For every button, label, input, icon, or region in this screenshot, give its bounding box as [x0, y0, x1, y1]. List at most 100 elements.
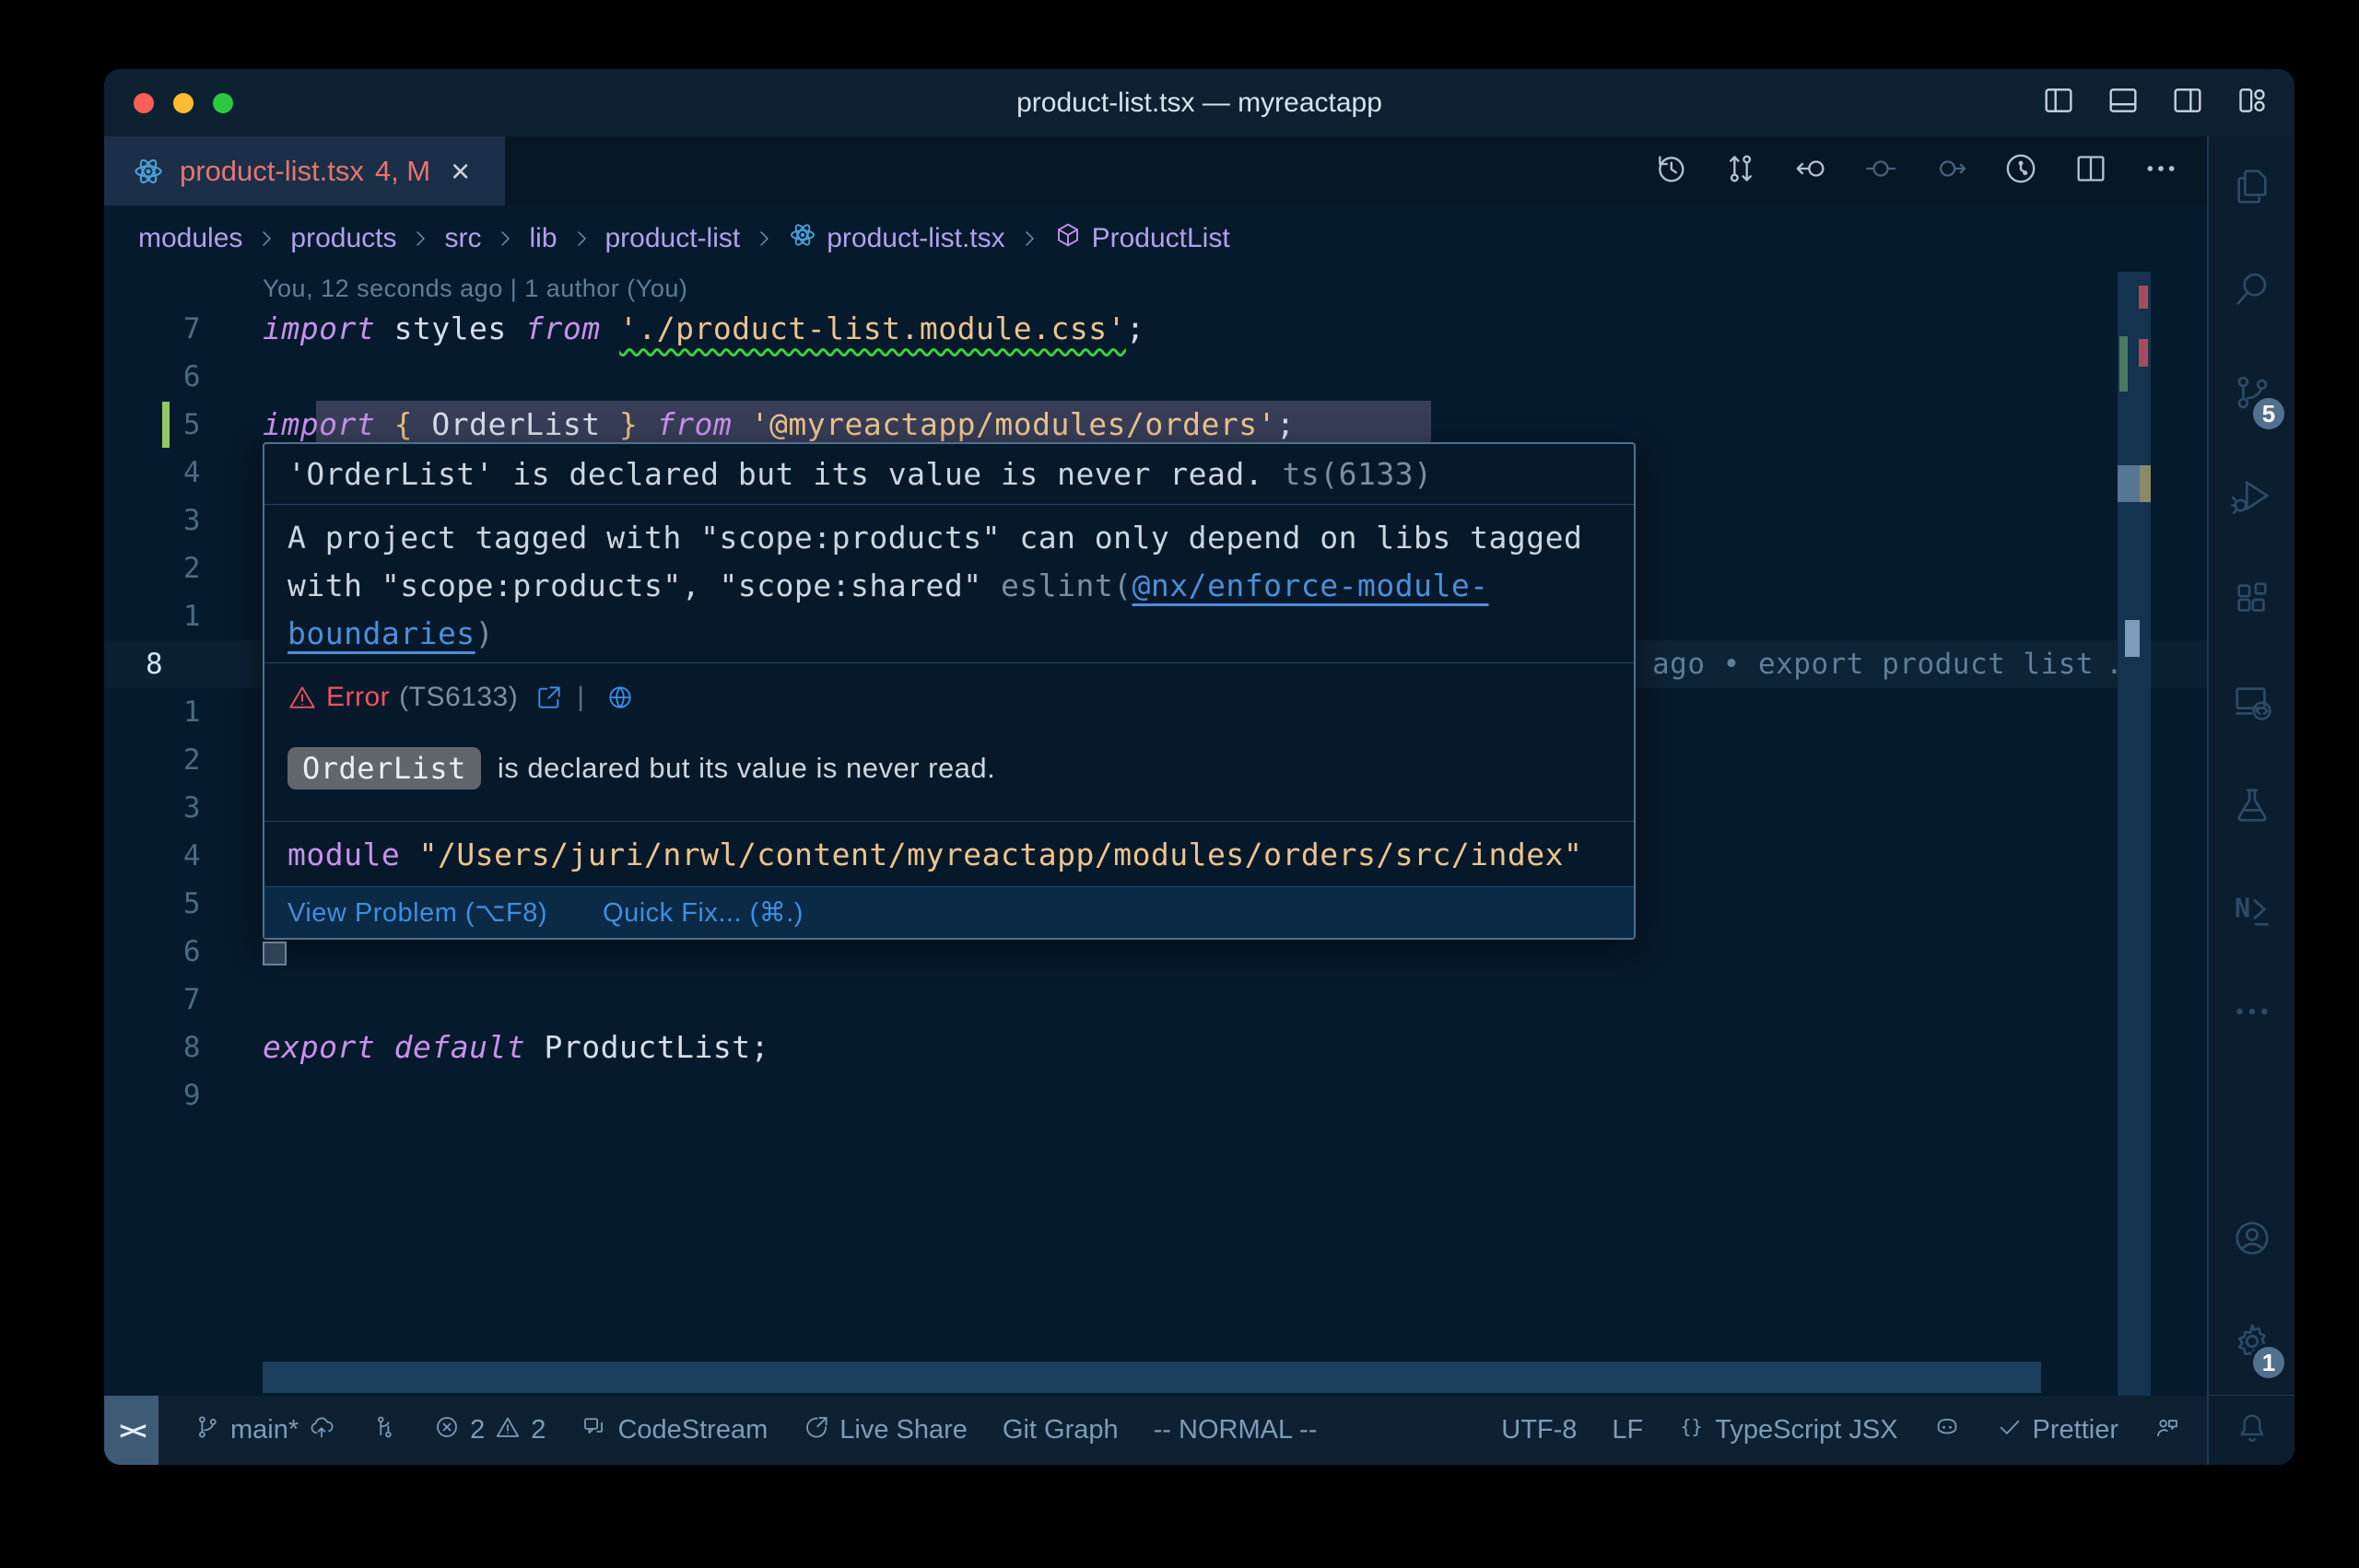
- status-encoding[interactable]: UTF-8: [1501, 1415, 1577, 1445]
- overview-ruler: [2118, 272, 2151, 1396]
- tab-product-list[interactable]: product-list.tsx 4, M ×: [104, 136, 505, 205]
- more-icon: [2231, 990, 2273, 1037]
- hover-resize-handle[interactable]: [263, 942, 287, 965]
- minimize-button[interactable]: [173, 93, 194, 113]
- warning-triangle-icon: [288, 688, 317, 719]
- code-row[interactable]: 7import styles from './product-list.modu…: [104, 305, 2207, 353]
- activity-files-icon[interactable]: [2208, 136, 2294, 240]
- breadcrumb-item-modules[interactable]: modules: [138, 223, 242, 254]
- files-icon: [2231, 165, 2273, 212]
- notifications-bell[interactable]: [2208, 1395, 2294, 1465]
- breadcrumb-item-product-list[interactable]: product-list: [605, 223, 741, 254]
- status-codestream[interactable]: CodeStream: [581, 1413, 768, 1448]
- line-number: 7: [104, 976, 201, 1024]
- activity-remote-explorer-icon[interactable]: [2208, 652, 2294, 755]
- close-button[interactable]: [134, 93, 154, 113]
- globe-icon: [605, 688, 635, 719]
- extensions-icon: [2231, 578, 2273, 625]
- activity-source-control-icon[interactable]: 5: [2208, 343, 2294, 446]
- code-row[interactable]: 8export default ProductList;: [104, 1024, 2207, 1071]
- eslint-rule-link[interactable]: @nx/enforce-module-: [1133, 568, 1489, 603]
- previous-change-icon[interactable]: [1862, 150, 1899, 192]
- test-beaker-icon: [2231, 784, 2273, 831]
- git-blame-heading: You, 12 seconds ago | 1 author (You): [104, 272, 2207, 305]
- error-mark: [2139, 286, 2148, 309]
- activity-bar: 5 N 1: [2207, 136, 2294, 1465]
- history-icon[interactable]: [1652, 150, 1689, 192]
- code-row[interactable]: 9: [104, 1071, 2207, 1119]
- goto-previous-location-icon[interactable]: [1792, 150, 1829, 192]
- codestream-icon: [581, 1413, 608, 1448]
- chevron-right-icon: [753, 228, 775, 250]
- line-number: 6: [104, 353, 201, 401]
- status-commit-graph[interactable]: [370, 1413, 398, 1448]
- activity-test-beaker-icon[interactable]: [2208, 755, 2294, 859]
- activity-nx-console-icon[interactable]: N: [2208, 859, 2294, 962]
- commit-graph-icon[interactable]: [2002, 150, 2039, 192]
- diagnostic-hover: 'OrderList' is declared but its value is…: [263, 442, 1636, 940]
- status-bar-right: UTF-8 LF {}TypeScript JSX Prettier: [1501, 1413, 2207, 1448]
- status-language[interactable]: {}TypeScript JSX: [1678, 1413, 1897, 1448]
- line-number: 5: [104, 880, 201, 928]
- breadcrumb-item-productlist[interactable]: ProductList: [1053, 220, 1230, 257]
- split-editor-icon[interactable]: [2072, 150, 2109, 192]
- status-copilot[interactable]: [1933, 1413, 1961, 1448]
- line-number: 2: [104, 736, 201, 784]
- warning-triangle-icon: [288, 683, 317, 712]
- breadcrumb-label: modules: [138, 223, 242, 254]
- activity-extensions-icon[interactable]: [2208, 549, 2294, 652]
- globe-icon[interactable]: [605, 683, 635, 712]
- status-git-graph[interactable]: Git Graph: [1003, 1415, 1119, 1445]
- liveshare-icon: [803, 1413, 830, 1448]
- breadcrumb-item-src[interactable]: src: [444, 223, 481, 254]
- quick-fix-button[interactable]: Quick Fix... (⌘.): [603, 896, 804, 929]
- status-problems[interactable]: 22: [433, 1413, 546, 1448]
- zoom-button[interactable]: [213, 93, 233, 113]
- status-vim-mode[interactable]: -- NORMAL --: [1154, 1415, 1318, 1445]
- chevron-right-icon: [1018, 228, 1040, 250]
- status-eol[interactable]: LF: [1612, 1415, 1643, 1445]
- vscode-window: product-list.tsx — myreactapp product-li…: [104, 69, 2294, 1465]
- hover-error-detail: Error(TS6133) | OrderList is declared bu…: [264, 663, 1634, 822]
- activity-settings-gear-icon[interactable]: 1: [2208, 1292, 2294, 1395]
- horizontal-scrollbar[interactable]: [263, 1362, 2041, 1393]
- tab-close-icon[interactable]: ×: [451, 155, 470, 188]
- breadcrumb-item-product-list-tsx[interactable]: product-list.tsx: [788, 220, 1004, 257]
- layout-grid-icon[interactable]: [2234, 82, 2271, 123]
- line-number: 9: [104, 1071, 201, 1119]
- layout-sidebar-icon[interactable]: [2040, 82, 2077, 123]
- status-git-branch[interactable]: main*: [194, 1413, 335, 1448]
- editor-pane[interactable]: You, 12 seconds ago | 1 author (You) 7im…: [104, 272, 2207, 1396]
- layout-panel-icon[interactable]: [2105, 82, 2142, 123]
- eslint-rule-link[interactable]: boundaries: [288, 615, 475, 651]
- error-label: Error: [326, 682, 390, 713]
- status-remote-indicator[interactable]: ><: [104, 1396, 158, 1465]
- activity-run-debug-icon[interactable]: [2208, 446, 2294, 549]
- activity-search-icon[interactable]: [2208, 240, 2294, 343]
- more-actions-icon[interactable]: [2142, 150, 2179, 192]
- next-change-icon[interactable]: [1932, 150, 1969, 192]
- activity-account-icon[interactable]: [2208, 1188, 2294, 1292]
- breadcrumb-item-products[interactable]: products: [290, 223, 396, 254]
- layout-sidebar-right-icon[interactable]: [2169, 82, 2206, 123]
- status-prettier[interactable]: Prettier: [1996, 1413, 2118, 1448]
- code-row[interactable]: 7: [104, 976, 2207, 1024]
- line-number: 4: [104, 832, 201, 880]
- breadcrumb-label: product-list.tsx: [827, 223, 1004, 254]
- breadcrumb-item-lib[interactable]: lib: [529, 223, 557, 254]
- line-number: 1: [104, 688, 201, 736]
- view-problem-button[interactable]: View Problem (⌥F8): [288, 896, 547, 929]
- status-feedback[interactable]: [2154, 1413, 2181, 1448]
- minimap-slider: [2125, 620, 2140, 657]
- status-bar-left: >< main* 22 CodeStream Live Share Git Graph --…: [104, 1396, 1317, 1465]
- external-link-icon: [534, 688, 564, 719]
- code-row[interactable]: 6: [104, 353, 2207, 401]
- compare-changes-icon[interactable]: [1722, 150, 1759, 192]
- status-live-share[interactable]: Live Share: [803, 1413, 968, 1448]
- activity-more-icon[interactable]: [2208, 962, 2294, 1065]
- chevron-right-icon: [255, 228, 277, 250]
- symbol-chip: OrderList: [288, 747, 481, 790]
- tab-bar: product-list.tsx 4, M ×: [104, 136, 2207, 206]
- error-message: is declared but its value is never read.: [498, 752, 995, 785]
- external-link-icon[interactable]: [534, 683, 564, 712]
